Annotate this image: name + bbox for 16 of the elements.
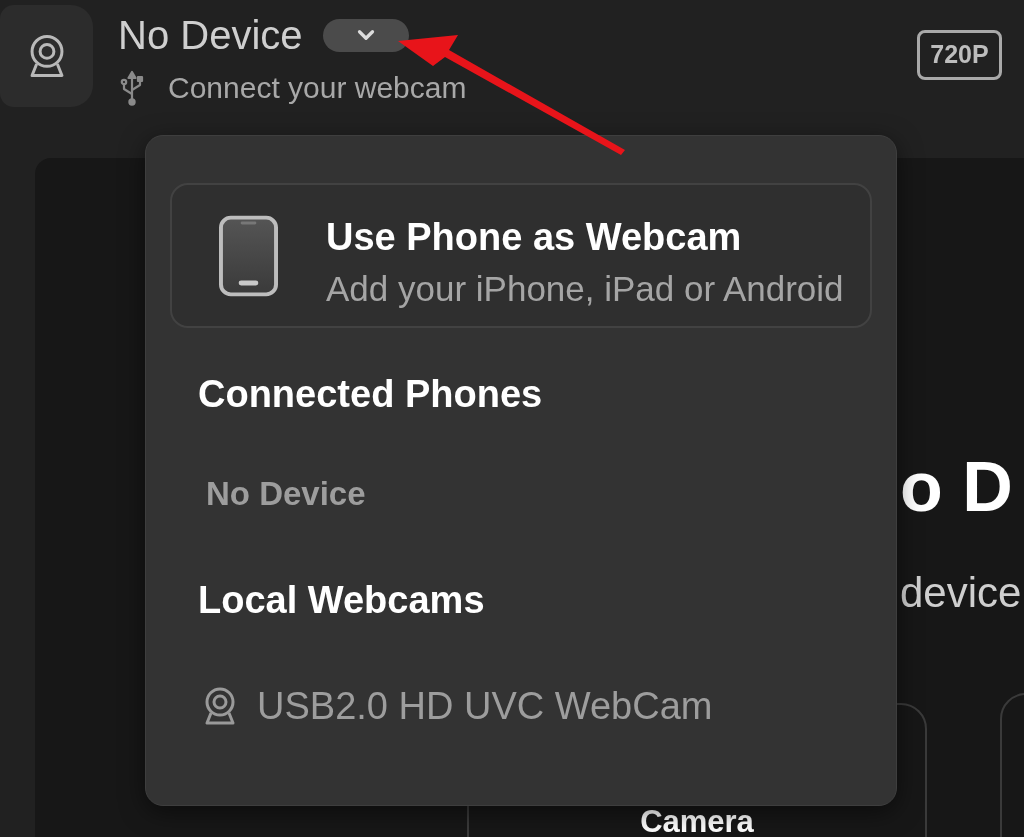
empty-state-text: No Device bbox=[206, 475, 366, 513]
status-text: Connect your webcam bbox=[168, 70, 467, 106]
device-title: No Device bbox=[118, 12, 303, 58]
card-title: Camera bbox=[640, 806, 754, 837]
usb-icon bbox=[118, 70, 146, 106]
phone-icon bbox=[219, 215, 278, 297]
phone-option[interactable]: Use Phone as Webcam Add your iPhone, iPad or Android bbox=[170, 183, 872, 328]
option-title: Use Phone as Webcam bbox=[326, 215, 743, 259]
resolution-badge: 720P bbox=[917, 30, 1002, 80]
section-heading: Connected Phones bbox=[198, 372, 543, 416]
option-subtitle: Add your iPhone, iPad or Android bbox=[326, 269, 844, 309]
main-heading: o D bbox=[900, 452, 1013, 522]
device-dropdown-button[interactable] bbox=[322, 18, 409, 52]
webcam-menu-item[interactable]: USB2.0 HD UVC WebCam bbox=[200, 684, 713, 728]
section-heading: Local Webcams bbox=[198, 578, 485, 622]
main-subheading: device bbox=[900, 569, 1022, 617]
